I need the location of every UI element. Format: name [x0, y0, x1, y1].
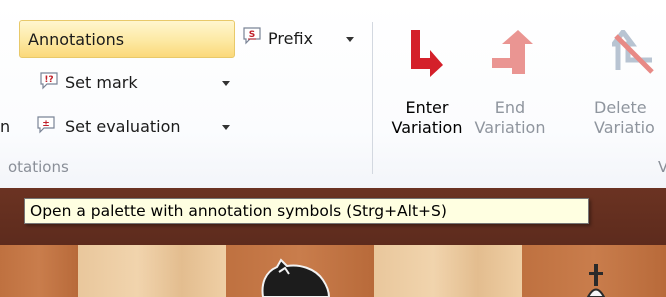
set-mark-button[interactable]: Set mark	[65, 73, 138, 92]
clipped-ribbon-text: n	[0, 117, 11, 136]
delete-variation-line2: Variatio	[594, 118, 655, 137]
ribbon-group-separator	[372, 22, 373, 174]
tooltip: Open a palette with annotation symbols (…	[24, 198, 589, 224]
set-evaluation-button-label: Set evaluation	[65, 117, 181, 136]
enter-variation-button[interactable]: Enter Variation	[386, 24, 468, 156]
end-variation-line1: End	[494, 98, 526, 117]
end-variation-line2: Variation	[474, 118, 546, 137]
annotations-group-label: otations	[8, 158, 69, 176]
set-mark-button-label: Set mark	[65, 73, 138, 92]
prefix-button[interactable]: Prefix	[268, 29, 313, 48]
annotations-button-label: Annotations	[28, 30, 125, 49]
speech-bubble-plus-minus-icon: ±	[37, 116, 55, 134]
speech-bubble-exclaim-question-icon: !?	[40, 72, 58, 90]
board-square[interactable]	[374, 245, 522, 297]
delete-variation-line1: Delete	[594, 98, 647, 117]
board-square[interactable]	[0, 245, 78, 297]
black-knight-piece-icon[interactable]	[255, 258, 345, 297]
set-evaluation-button[interactable]: Set evaluation	[65, 117, 181, 136]
prefix-dropdown-arrow-icon[interactable]	[346, 37, 354, 42]
enter-variation-line2: Variation	[391, 118, 463, 137]
prefix-button-label: Prefix	[268, 29, 313, 48]
svg-text:±: ±	[42, 119, 50, 129]
delete-variation-button[interactable]: Delete Variatio	[590, 24, 666, 156]
set-evaluation-dropdown-arrow-icon[interactable]	[222, 125, 230, 130]
faded-red-arrow-up-icon	[492, 30, 533, 74]
ribbon: Annotations S Prefix !? Set mark n ± Set…	[0, 0, 666, 189]
red-arrow-down-right-icon	[411, 30, 443, 77]
set-mark-dropdown-arrow-icon[interactable]	[222, 81, 230, 86]
annotations-button[interactable]: Annotations	[19, 20, 235, 58]
board-square[interactable]	[78, 245, 226, 297]
svg-text:!?: !?	[44, 75, 53, 85]
end-variation-button[interactable]: End Variation	[470, 24, 550, 156]
speech-bubble-s-icon: S	[243, 27, 261, 45]
enter-variation-line1: Enter	[405, 98, 449, 117]
tooltip-text: Open a palette with annotation symbols (…	[30, 202, 447, 220]
white-king-piece-icon[interactable]	[582, 260, 610, 297]
crossed-arrow-icon	[612, 30, 654, 74]
variations-group-label: V	[658, 158, 666, 176]
